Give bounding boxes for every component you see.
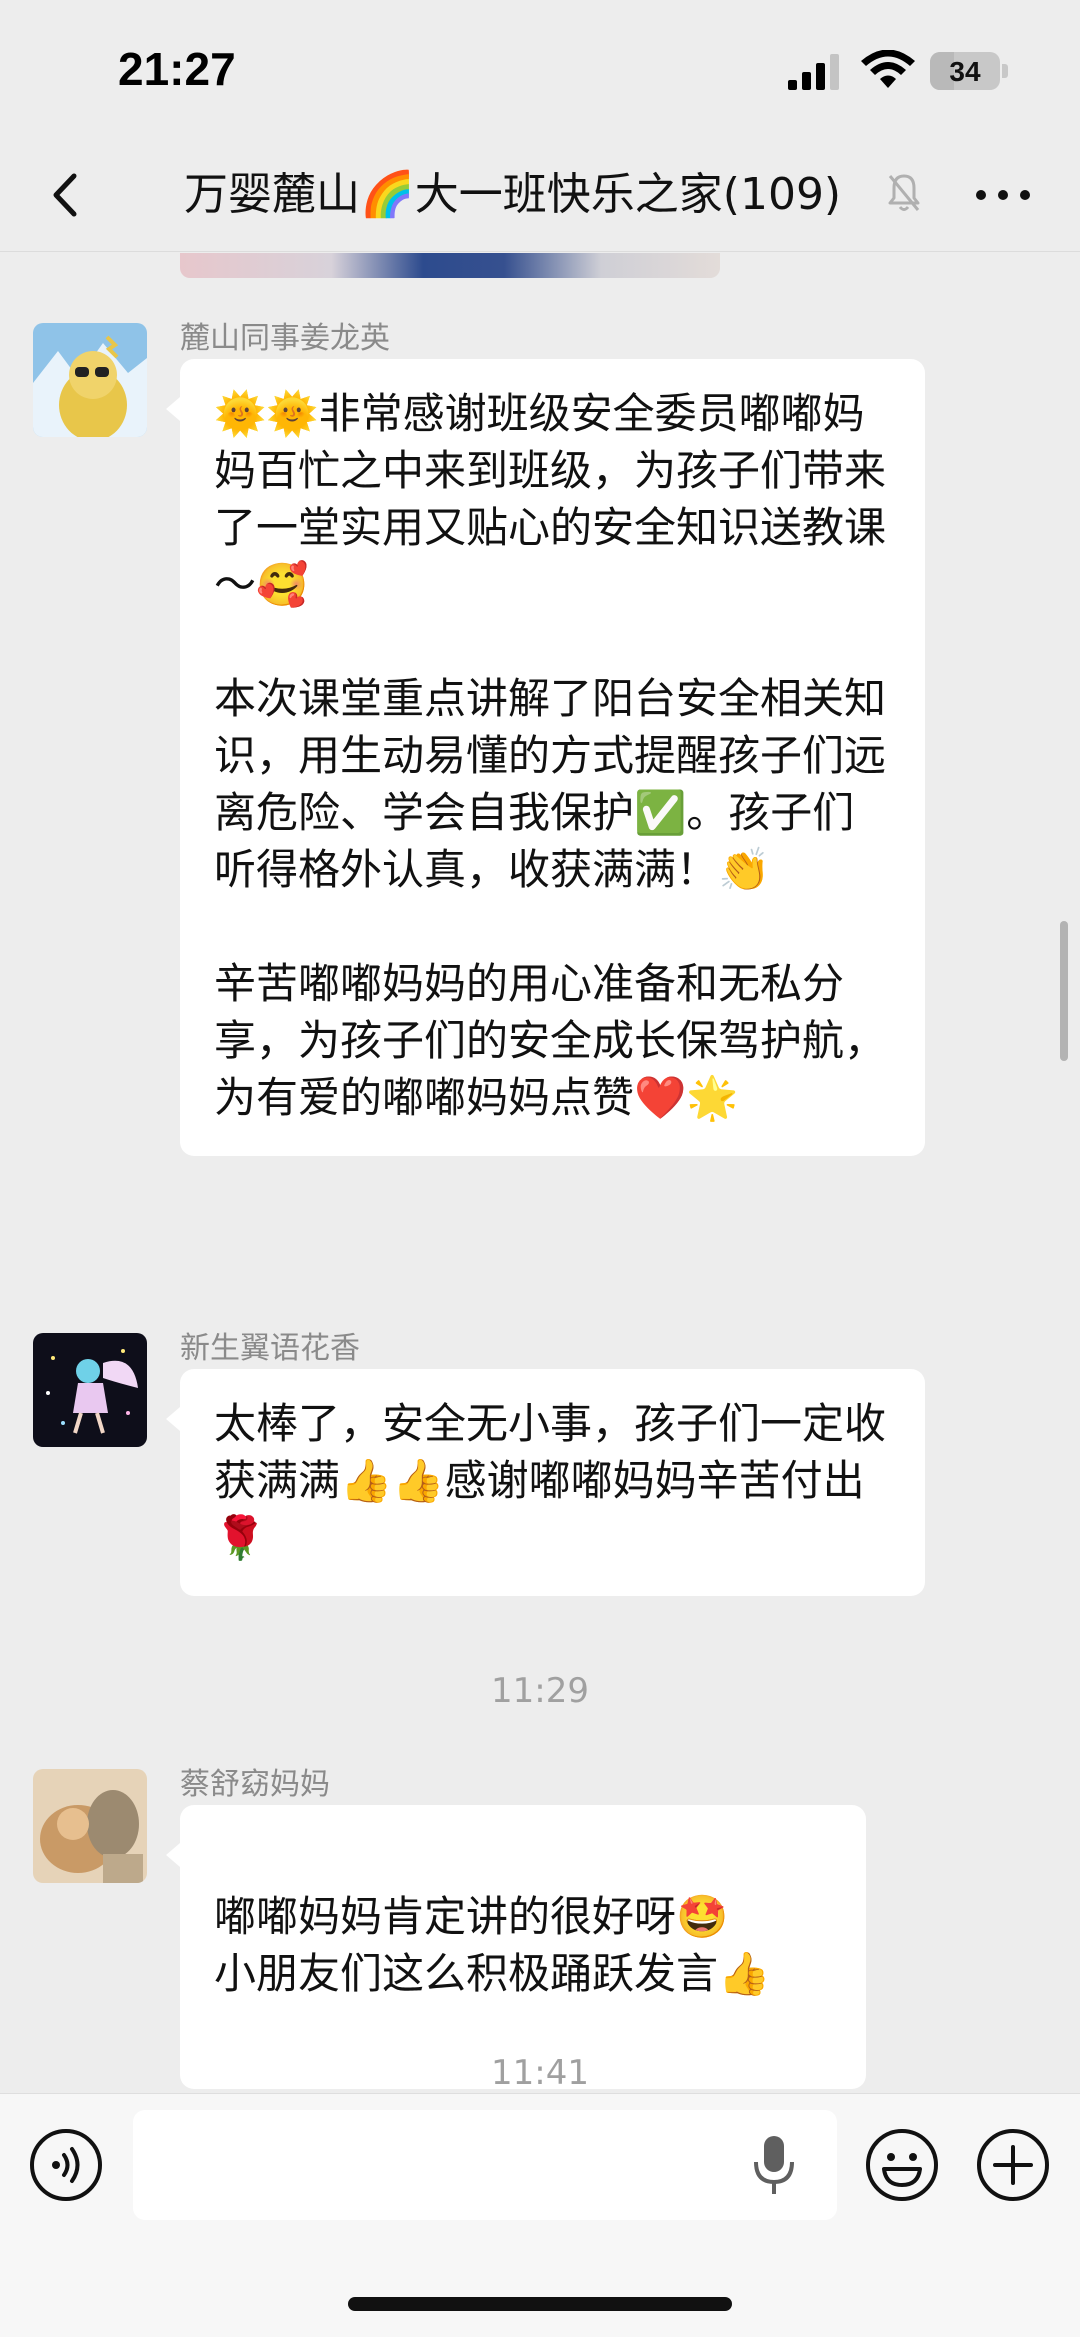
status-time: 21:27 <box>118 43 236 95</box>
message-text: 辛苦嘟嘟妈妈的用心准备和无私分享，为孩子们的安全成长保驾护航，为有爱的嘟嘟妈妈点… <box>214 959 887 1122</box>
avatar[interactable] <box>33 1769 147 1883</box>
message-timestamp: 11:29 <box>491 1671 589 1711</box>
message-text: 本次课堂重点讲解了阳台安全相关知识，用生动易懂的方式提醒孩子们远离危险、学会自我… <box>214 674 887 894</box>
battery-nub <box>1002 64 1008 78</box>
cellular-signal-icon <box>788 54 839 90</box>
message-bubble[interactable]: 太棒了，安全无小事，孩子们一定收获满满👍👍感谢嘟嘟妈妈辛苦付出🌹 <box>166 1369 925 1596</box>
more-options-button[interactable] <box>970 170 1036 220</box>
avatar[interactable] <box>33 323 147 437</box>
chat-message-list[interactable]: 麓山同事姜龙英 🌞🌞非常感谢班级安全委员嘟嘟妈妈百忙之中来到班级，为孩子们带来了… <box>0 253 1080 2093</box>
chat-header: 万婴麓山🌈大一班快乐之家(109) <box>0 140 1080 252</box>
back-button[interactable] <box>36 162 96 228</box>
mute-notification-icon <box>888 174 920 211</box>
battery-level: 34 <box>949 56 981 87</box>
emoji-button[interactable] <box>864 2127 940 2203</box>
wifi-icon <box>861 50 915 88</box>
status-bar: 21:27 34 <box>0 0 1080 140</box>
avatar[interactable] <box>33 1333 147 1447</box>
message-text: 嘟嘟妈妈肯定讲的很好呀🤩 小朋友们这么积极踊跃发言👍 <box>214 1892 771 1998</box>
message-input[interactable] <box>133 2110 837 2220</box>
message-text: 太棒了，安全无小事，孩子们一定收获满满👍👍感谢嘟嘟妈妈辛苦付出🌹 <box>214 1399 887 1562</box>
message-text: 🌞🌞非常感谢班级安全委员嘟嘟妈妈百忙之中来到班级，为孩子们带来了一堂实用又贴心的… <box>214 389 887 609</box>
sender-name: 新生翼语花香 <box>180 1331 360 1366</box>
sender-name: 蔡舒窈妈妈 <box>180 1767 330 1802</box>
voice-input-toggle-button[interactable] <box>28 2127 104 2203</box>
message-bubble[interactable]: 🌞🌞非常感谢班级安全委员嘟嘟妈妈百忙之中来到班级，为孩子们带来了一堂实用又贴心的… <box>166 359 925 1156</box>
image-message-partial[interactable] <box>180 253 720 278</box>
chat-title: 万婴麓山🌈大一班快乐之家(109) <box>184 169 842 220</box>
microphone-icon[interactable] <box>752 2134 796 2196</box>
add-attachment-button[interactable] <box>975 2127 1051 2203</box>
home-indicator <box>348 2297 732 2311</box>
message-timestamp: 11:41 <box>491 2053 589 2093</box>
scrollbar-thumb[interactable] <box>1060 921 1068 1061</box>
message-bubble[interactable]: 嘟嘟妈妈肯定讲的很好呀🤩 小朋友们这么积极踊跃发言👍 <box>166 1805 866 2089</box>
sender-name: 麓山同事姜龙英 <box>180 321 390 356</box>
battery-icon: 34 <box>930 52 1000 90</box>
